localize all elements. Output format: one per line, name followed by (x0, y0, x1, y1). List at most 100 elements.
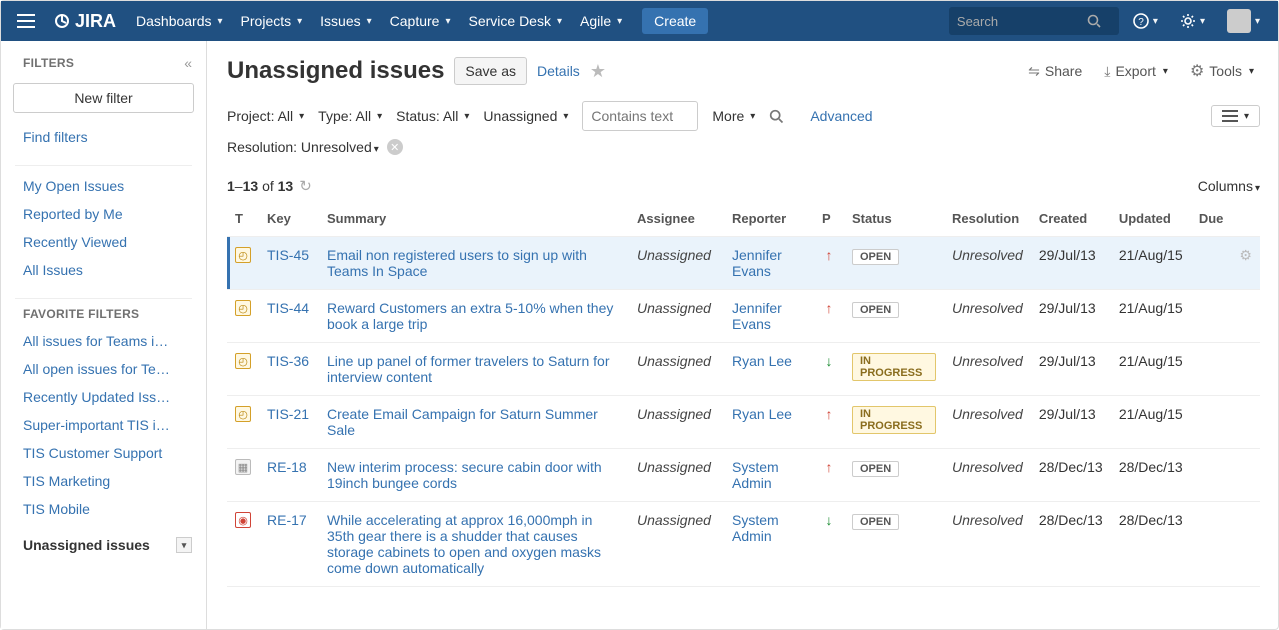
table-row[interactable]: ◴TIS-21Create Email Campaign for Saturn … (227, 396, 1260, 449)
assignee-value: Unassigned (637, 353, 711, 369)
issue-key-link[interactable]: TIS-21 (267, 406, 309, 422)
status-badge: IN PROGRESS (852, 406, 936, 434)
status-badge: OPEN (852, 249, 899, 265)
nav-hamburger-icon[interactable] (11, 8, 41, 34)
sidebar-item-all-issues[interactable]: All Issues (1, 256, 206, 284)
export-button[interactable]: ⤓Export (1098, 59, 1174, 84)
col-created[interactable]: Created (1031, 205, 1111, 237)
help-icon[interactable]: ? (1125, 13, 1166, 29)
sidebar-fav-item[interactable]: TIS Customer Support (1, 439, 206, 467)
filter-assignee[interactable]: Unassigned (483, 108, 568, 124)
issue-summary-link[interactable]: Line up panel of former travelers to Sat… (327, 353, 609, 385)
issue-summary-link[interactable]: Email non registered users to sign up wi… (327, 247, 587, 279)
col-resolution[interactable]: Resolution (944, 205, 1031, 237)
filter-options-icon[interactable]: ▾ (176, 537, 192, 553)
reporter-link[interactable]: System Admin (732, 459, 779, 491)
sidebar-collapse-icon[interactable]: « (184, 55, 192, 71)
filter-search-icon[interactable] (769, 109, 784, 124)
table-row[interactable]: ▦ RE-18 New interim process: secure cabin … (227, 449, 1260, 502)
due-value (1191, 290, 1232, 343)
issue-summary-link[interactable]: Reward Customers an extra 5-10% when the… (327, 300, 613, 332)
issue-key-link[interactable]: TIS-45 (267, 247, 309, 263)
row-actions-gear-icon[interactable]: ⚙ (1239, 247, 1252, 263)
issue-key-link[interactable]: TIS-44 (267, 300, 309, 316)
filter-more[interactable]: More (712, 108, 755, 124)
filter-status[interactable]: Status: All (396, 108, 469, 124)
table-row[interactable]: ◴TIS-44Reward Customers an extra 5-10% w… (227, 290, 1260, 343)
created-value: 29/Jul/13 (1031, 237, 1111, 290)
table-row[interactable]: ◴TIS-36Line up panel of former travelers… (227, 343, 1260, 396)
tools-button[interactable]: ⚙Tools (1184, 57, 1260, 85)
col-key[interactable]: Key (259, 205, 319, 237)
col-updated[interactable]: Updated (1111, 205, 1191, 237)
search-icon[interactable] (1087, 14, 1101, 28)
issue-summary-link[interactable]: Create Email Campaign for Saturn Summer … (327, 406, 598, 438)
priority-icon: ↓ (814, 343, 844, 396)
reporter-link[interactable]: Jennifer Evans (732, 247, 782, 279)
issue-summary-link[interactable]: While accelerating at approx 16,000mph i… (327, 512, 601, 576)
save-as-button[interactable]: Save as (454, 57, 527, 85)
filter-type[interactable]: Type: All (318, 108, 382, 124)
star-icon[interactable]: ★ (590, 61, 606, 82)
col-summary[interactable]: Summary (319, 205, 629, 237)
table-row[interactable]: ◴TIS-45Email non registered users to sig… (227, 237, 1260, 290)
issue-key-link[interactable]: RE-17 (267, 512, 307, 528)
nav-agile[interactable]: Agile (572, 1, 630, 41)
issue-type-icon: ▦ (235, 459, 251, 475)
sidebar-fav-item[interactable]: All open issues for Te… (1, 355, 206, 383)
col-assignee[interactable]: Assignee (629, 205, 724, 237)
sidebar-item-recently-viewed[interactable]: Recently Viewed (1, 228, 206, 256)
favorite-filters-list: All issues for Teams i…All open issues f… (1, 327, 206, 531)
col-status[interactable]: Status (844, 205, 944, 237)
contains-text-input[interactable] (582, 101, 698, 131)
refresh-icon[interactable]: ↻ (299, 177, 312, 195)
updated-value: 28/Dec/13 (1111, 449, 1191, 502)
table-row[interactable]: ◉RE-17While accelerating at approx 16,00… (227, 502, 1260, 587)
admin-gear-icon[interactable] (1172, 13, 1213, 29)
global-search[interactable] (949, 7, 1119, 35)
filter-project[interactable]: Project: All (227, 108, 304, 124)
filter-resolution[interactable]: Resolution: Unresolved (227, 139, 379, 155)
details-link[interactable]: Details (537, 63, 580, 79)
nav-capture[interactable]: Capture (382, 1, 459, 41)
profile-menu[interactable] (1219, 9, 1268, 33)
global-search-input[interactable] (957, 14, 1087, 29)
reporter-link[interactable]: Ryan Lee (732, 406, 792, 422)
issue-key-link[interactable]: RE-18 (267, 459, 307, 475)
advanced-link[interactable]: Advanced (810, 108, 872, 124)
col-priority[interactable]: P (814, 205, 844, 237)
issue-key-link[interactable]: TIS-36 (267, 353, 309, 369)
sidebar-fav-item[interactable]: Super-important TIS i… (1, 411, 206, 439)
share-button[interactable]: ⇋Share (1022, 59, 1088, 84)
due-value (1191, 237, 1232, 290)
new-filter-button[interactable]: New filter (13, 83, 194, 113)
sidebar-fav-item[interactable]: Recently Updated Iss… (1, 383, 206, 411)
sidebar-item-my-open-issues[interactable]: My Open Issues (1, 172, 206, 200)
jira-logo[interactable]: JIRA (47, 11, 122, 32)
resolution-value: Unresolved (952, 247, 1023, 263)
view-switcher[interactable] (1211, 105, 1260, 127)
created-value: 28/Dec/13 (1031, 449, 1111, 502)
clear-filter-icon[interactable]: ✕ (387, 139, 403, 155)
columns-button[interactable]: Columns (1198, 178, 1260, 194)
col-reporter[interactable]: Reporter (724, 205, 814, 237)
sidebar-item-reported-by-me[interactable]: Reported by Me (1, 200, 206, 228)
nav-issues[interactable]: Issues (312, 1, 380, 41)
nav-dashboards[interactable]: Dashboards (128, 1, 231, 41)
reporter-link[interactable]: Jennifer Evans (732, 300, 782, 332)
nav-projects[interactable]: Projects (233, 1, 311, 41)
assignee-value: Unassigned (637, 247, 711, 263)
find-filters-link[interactable]: Find filters (1, 123, 206, 151)
status-badge: OPEN (852, 461, 899, 477)
reporter-link[interactable]: System Admin (732, 512, 779, 544)
col-due[interactable]: Due (1191, 205, 1232, 237)
sidebar-fav-item[interactable]: TIS Mobile (1, 495, 206, 523)
sidebar-item-unassigned-issues[interactable]: Unassigned issues ▾ (1, 531, 206, 559)
create-button[interactable]: Create (642, 8, 708, 34)
sidebar-fav-item[interactable]: TIS Marketing (1, 467, 206, 495)
nav-service-desk[interactable]: Service Desk (461, 1, 571, 41)
reporter-link[interactable]: Ryan Lee (732, 353, 792, 369)
sidebar-fav-item[interactable]: All issues for Teams i… (1, 327, 206, 355)
issue-summary-link[interactable]: New interim process: secure cabin door w… (327, 459, 602, 491)
col-type[interactable]: T (227, 205, 259, 237)
